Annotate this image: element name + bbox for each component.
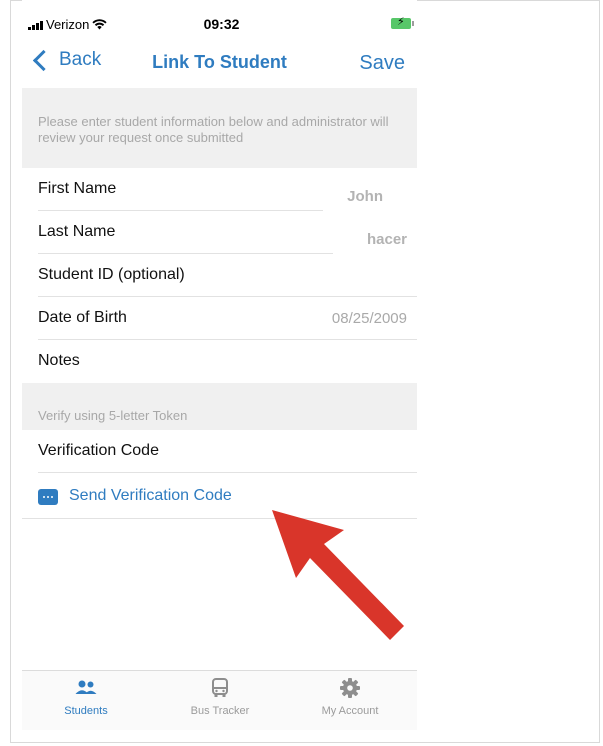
chat-bubble-icon [38,489,58,505]
page: Verizon 09:32 ⚡ Back Link To Student Sav… [0,0,603,746]
tab-my-account[interactable]: My Account [290,677,410,717]
date-of-birth-row[interactable]: Date of Birth 08/25/2009 [22,297,417,340]
students-icon [75,680,97,694]
notes-row[interactable]: Notes [22,340,417,383]
tab-my-account-label: My Account [321,705,379,717]
last-name-label: Last Name [38,223,116,240]
status-bar: Verizon 09:32 ⚡ [22,0,417,40]
charging-bolt-icon: ⚡ [397,16,405,28]
last-name-row[interactable]: Last Name hacer [22,211,417,254]
tab-students[interactable]: Students [26,677,146,717]
status-time: 09:32 [203,16,240,32]
date-of-birth-field[interactable]: 08/25/2009 [332,310,407,327]
divider [22,518,417,519]
verification-code-row[interactable]: Verification Code [22,430,417,473]
info-instructions: Please enter student information below a… [38,114,389,145]
date-of-birth-label: Date of Birth [38,309,127,326]
nav-bar: Back Link To Student Save [22,42,417,86]
tab-bus-tracker-label: Bus Tracker [190,705,250,717]
first-name-row[interactable]: First Name John [22,168,417,211]
verification-code-label: Verification Code [38,442,159,459]
info-section-header: Please enter student information below a… [22,88,417,168]
verify-instructions: Verify using 5-letter Token [38,408,188,423]
tab-bus-tracker[interactable]: Bus Tracker [160,677,280,717]
save-button[interactable]: Save [359,52,405,75]
battery-icon: ⚡ [391,16,414,29]
page-title: Link To Student [152,52,287,72]
tab-bar: Students Bus Tracker My Account [22,670,417,730]
send-verification-code-button[interactable]: Send Verification Code [22,473,417,519]
send-verification-code-label: Send Verification Code [69,487,232,504]
gear-icon [340,678,360,698]
first-name-field[interactable]: John [347,188,383,205]
bus-icon [212,678,228,697]
last-name-field[interactable]: hacer [367,231,407,248]
red-arrow-annotation [272,510,404,640]
student-id-label: Student ID (optional) [38,266,185,283]
notes-label: Notes [38,352,80,369]
phone-screen: Verizon 09:32 ⚡ Back Link To Student Sav… [22,0,417,730]
student-id-row[interactable]: Student ID (optional) [22,254,417,297]
first-name-label: First Name [38,180,117,197]
verify-section-header: Verify using 5-letter Token [22,383,417,430]
tab-students-label: Students [64,705,108,717]
